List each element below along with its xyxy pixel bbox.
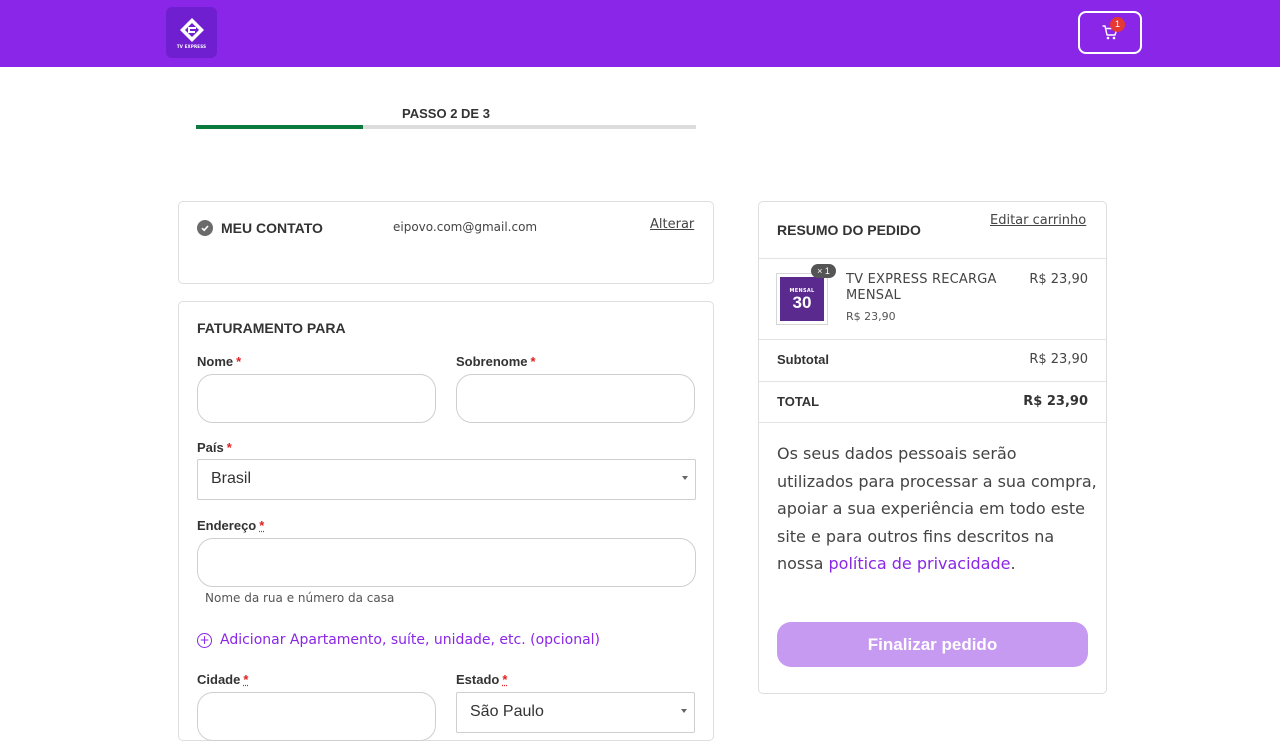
add-address-line-link[interactable]: + Adicionar Apartamento, suíte, unidade,… bbox=[197, 632, 600, 648]
check-circle-icon bbox=[197, 220, 213, 236]
brand-logo[interactable]: TV EXPRESS bbox=[166, 7, 217, 58]
divider bbox=[759, 258, 1106, 259]
order-summary-card: RESUMO DO PEDIDO Editar carrinho MENSAL … bbox=[758, 201, 1107, 694]
required-mark: * bbox=[236, 354, 242, 369]
step-indicator: PASSO 2 DE 3 bbox=[402, 106, 490, 121]
first-name-label: Nome * bbox=[197, 354, 241, 369]
required-mark: * bbox=[259, 518, 265, 533]
first-name-label-text: Nome bbox=[197, 354, 234, 369]
total-value: R$ 23,90 bbox=[1023, 394, 1088, 409]
country-label-text: País bbox=[197, 440, 224, 455]
contact-card: MEU CONTATO eipovo.com@gmail.com Alterar bbox=[178, 201, 714, 284]
plus-circle-icon: + bbox=[197, 632, 212, 648]
state-select[interactable]: São Paulo bbox=[456, 692, 695, 733]
address-help-text: Nome da rua e número da casa bbox=[205, 591, 395, 605]
required-mark: * bbox=[530, 354, 536, 369]
privacy-policy-link[interactable]: política de privacidade bbox=[829, 554, 1011, 573]
privacy-notice: Os seus dados pessoais serão utilizados … bbox=[777, 440, 1097, 578]
divider bbox=[759, 381, 1106, 382]
finalize-order-button[interactable]: Finalizar pedido bbox=[777, 622, 1088, 667]
product-thumbnail: MENSAL 30 bbox=[776, 273, 828, 325]
state-label: Estado * bbox=[456, 672, 507, 687]
address-label-text: Endereço bbox=[197, 518, 257, 533]
subtotal-label: Subtotal bbox=[777, 352, 829, 367]
product-image: MENSAL 30 bbox=[780, 277, 824, 321]
required-mark: * bbox=[226, 440, 232, 455]
billing-title: FATURAMENTO PARA bbox=[197, 320, 346, 336]
contact-email: eipovo.com@gmail.com bbox=[393, 220, 538, 234]
state-select-value: São Paulo bbox=[470, 703, 544, 720]
last-name-label: Sobrenome * bbox=[456, 354, 536, 369]
contact-title: MEU CONTATO bbox=[221, 220, 323, 236]
total-label: TOTAL bbox=[777, 394, 820, 409]
billing-card: FATURAMENTO PARA Nome * Sobrenome * País * … bbox=[178, 301, 714, 741]
chevron-down-icon bbox=[681, 709, 687, 713]
quantity-badge: × 1 bbox=[811, 264, 836, 278]
country-select-value: Brasil bbox=[211, 470, 252, 487]
city-label-text: Cidade bbox=[197, 672, 241, 687]
product-name: TV EXPRESS RECARGA MENSAL bbox=[846, 272, 997, 303]
country-label: País * bbox=[197, 440, 232, 455]
country-select[interactable]: Brasil bbox=[197, 459, 696, 500]
address-input[interactable] bbox=[197, 538, 696, 587]
add-address-line-text: Adicionar Apartamento, suíte, unidade, e… bbox=[220, 632, 600, 648]
cart-button[interactable] bbox=[1078, 11, 1142, 54]
thumb-number: 30 bbox=[792, 292, 812, 312]
last-name-label-text: Sobrenome bbox=[456, 354, 528, 369]
required-mark: * bbox=[502, 672, 508, 687]
required-mark: * bbox=[243, 672, 249, 687]
city-label: Cidade * bbox=[197, 672, 248, 687]
first-name-input[interactable] bbox=[197, 374, 436, 423]
chevron-down-icon bbox=[682, 476, 688, 480]
product-price: R$ 23,90 bbox=[1029, 272, 1088, 287]
order-summary-title: RESUMO DO PEDIDO bbox=[777, 222, 921, 238]
progress-bar-fill bbox=[196, 125, 363, 129]
product-unit-price: R$ 23,90 bbox=[846, 310, 896, 323]
logo-text: TV EXPRESS bbox=[176, 43, 207, 49]
cart-count-badge: 1 bbox=[1110, 17, 1125, 32]
last-name-input[interactable] bbox=[456, 374, 695, 423]
privacy-end: . bbox=[1010, 554, 1016, 573]
divider bbox=[759, 339, 1106, 340]
edit-cart-link[interactable]: Editar carrinho bbox=[990, 213, 1086, 228]
divider bbox=[759, 422, 1106, 423]
address-label: Endereço * bbox=[197, 518, 264, 533]
city-input[interactable] bbox=[197, 692, 436, 741]
subtotal-value: R$ 23,90 bbox=[1029, 352, 1088, 367]
progress-bar bbox=[196, 125, 696, 129]
state-label-text: Estado bbox=[456, 672, 500, 687]
change-contact-link[interactable]: Alterar bbox=[650, 217, 694, 232]
logo-mark-icon bbox=[179, 17, 204, 42]
